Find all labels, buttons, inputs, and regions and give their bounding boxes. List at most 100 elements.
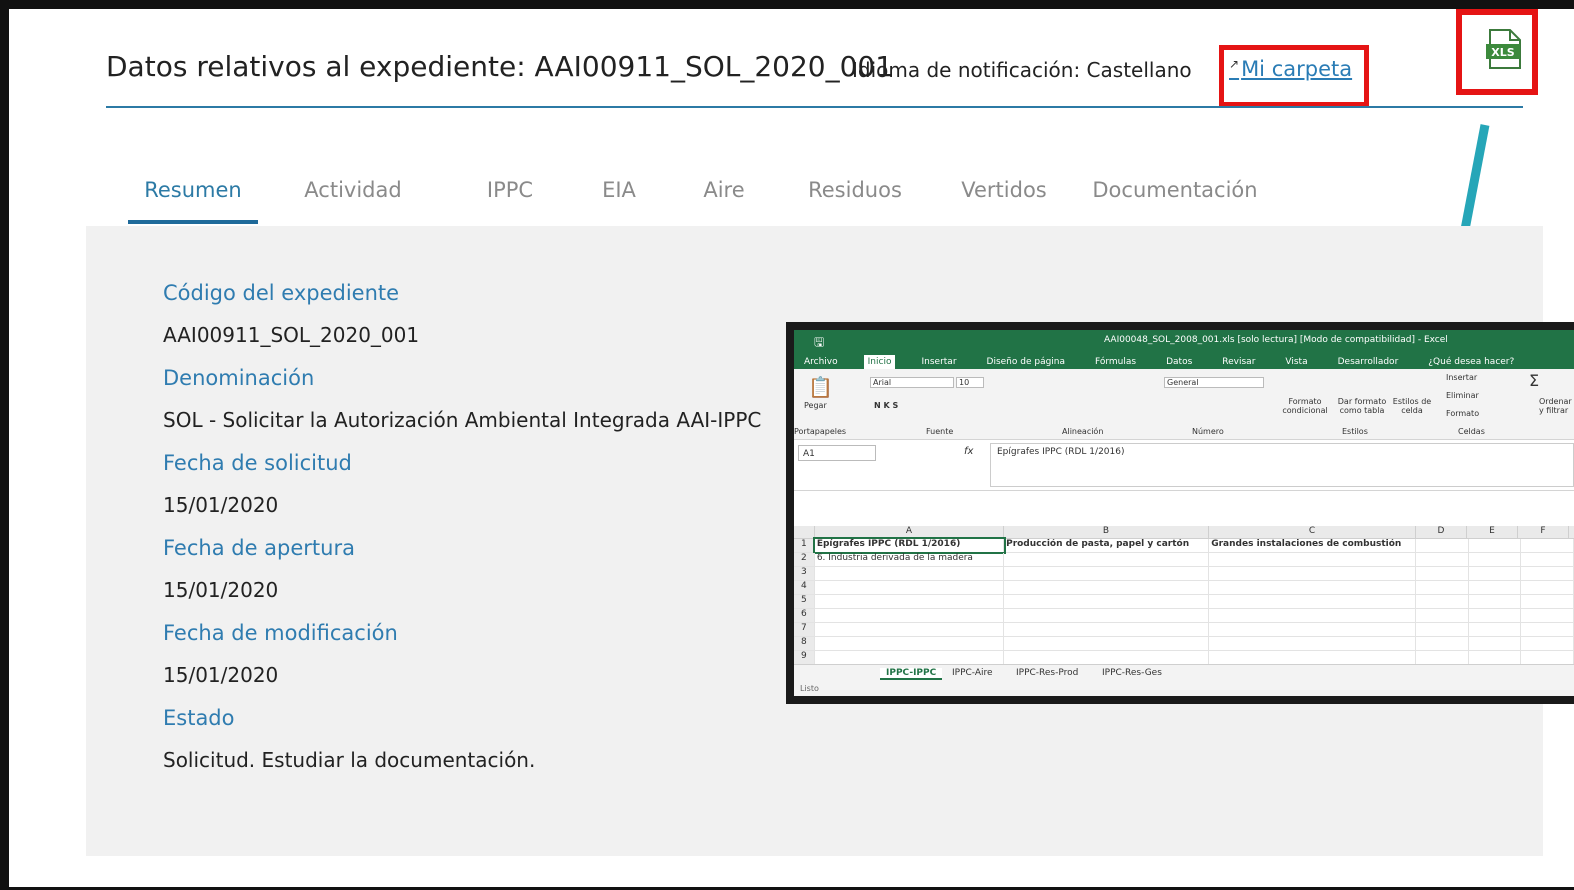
sheet-cell [815, 595, 1005, 608]
format-cells-button: Formato [1446, 409, 1480, 418]
sheet-cell [1416, 651, 1469, 664]
field-label: Estado [163, 706, 235, 730]
group-cells: Celdas [1458, 427, 1485, 436]
sheet-grid: A B C D E F 1 Epígrafes IPPC (RDL 1/2016) Produc… [794, 526, 1574, 679]
sheet-tabs: IPPC-IPPC IPPC-Aire IPPC-Res-Prod IPPC-Res-… [794, 664, 1574, 685]
sheet-cell [1209, 623, 1417, 636]
as-table-button: Dar formato como tabla [1337, 397, 1387, 415]
xls-download-icon[interactable]: XLS [1484, 28, 1524, 74]
sheet-cell [1469, 581, 1522, 594]
sheet-cell [1469, 553, 1522, 566]
sheet-row: 7 [794, 623, 1574, 637]
row-number: 7 [794, 623, 815, 636]
excel-screenshot: 🖫 AAI00048_SOL_2008_001.xls [solo lectur… [786, 322, 1574, 704]
sheet-cell [1416, 623, 1469, 636]
tab-item[interactable]: Documentación [1080, 178, 1270, 224]
field-label: Fecha de modificación [163, 621, 398, 645]
sheet-cell [815, 609, 1005, 622]
field-value: 15/01/2020 [163, 493, 279, 517]
number-format-select: General [1164, 377, 1264, 388]
cell-styles-button: Estilos de celda [1392, 397, 1432, 415]
sheet-row: 4 [794, 581, 1574, 595]
column-header: D [1416, 526, 1467, 538]
summary-fields: Código del expediente AAI00911_SOL_2020_0… [163, 280, 761, 790]
sheet-cell [1209, 637, 1417, 650]
tab-item[interactable]: Vertidos [928, 178, 1080, 224]
sheet-cell [815, 623, 1005, 636]
sort-filter-button: Ordenar y filtrar [1539, 397, 1572, 415]
font-size-select: 10 [956, 377, 984, 388]
excel-menu-item: Archivo [804, 357, 838, 367]
sheet-row: 1 Epígrafes IPPC (RDL 1/2016) Producción d… [794, 537, 1574, 554]
tab-item[interactable]: IPPC [448, 178, 572, 224]
sum-icon: Σ [1529, 371, 1540, 390]
sheet-cell [1004, 581, 1210, 594]
tab-item[interactable]: Aire [666, 178, 782, 224]
font-select: Arial [870, 377, 954, 388]
row-number: 5 [794, 595, 815, 608]
tab-item[interactable]: EIA [572, 178, 666, 224]
column-header-row: ABCDEF [794, 526, 1574, 539]
sheet-cell [1004, 651, 1210, 664]
sheet-cell [1469, 567, 1522, 580]
sheet-cell [815, 651, 1005, 664]
sheet-cell [1521, 623, 1574, 636]
sheet-cell [815, 637, 1005, 650]
tab-bar: Resumen Actividad IPPC EIA Aire Residuos Verti… [128, 178, 1270, 224]
sheet-row: 8 [794, 637, 1574, 651]
notification-language: Idioma de notificación: Castellano [852, 58, 1192, 82]
sheet-cell [815, 581, 1005, 594]
sheet-cell [1521, 651, 1574, 664]
bold-icon: N K S [874, 401, 899, 410]
group-font: Fuente [926, 427, 954, 436]
sheet-cell [1521, 539, 1574, 552]
sheet-cell [1416, 609, 1469, 622]
excel-menu-item: Vista [1285, 357, 1308, 367]
sheet-tab: IPPC-Aire [952, 668, 993, 678]
my-folder-label: Mi carpeta [1241, 57, 1353, 81]
field-label: Denominación [163, 366, 315, 390]
paste-icon: 📋 [808, 375, 833, 399]
sheet-cell [1209, 609, 1417, 622]
tab-resumen[interactable]: Resumen [128, 178, 258, 224]
sheet-cell [1416, 567, 1469, 580]
sheet-cell [1416, 539, 1469, 552]
formula-bar: A1 fx Epígrafes IPPC (RDL 1/2016) [794, 440, 1574, 491]
sheet-cell: 6. Industria derivada de la madera [815, 553, 1005, 566]
row-number: 4 [794, 581, 815, 594]
sheet-cell [1209, 567, 1417, 580]
sheet-tab: IPPC-Res-Ges [1102, 668, 1162, 678]
sheet-cell [1209, 651, 1417, 664]
sheet-cell [1004, 595, 1210, 608]
excel-menu-item: Desarrollador [1337, 357, 1399, 367]
row-number: 9 [794, 651, 815, 664]
sheet-cell [1521, 637, 1574, 650]
xls-label: XLS [1491, 46, 1514, 59]
sheet-row: 5 [794, 595, 1574, 609]
cond-format-button: Formato condicional [1282, 397, 1328, 415]
tab-item[interactable]: Residuos [782, 178, 928, 224]
sheet-row: 9 [794, 651, 1574, 665]
excel-menu-item: ¿Qué desea hacer? [1428, 357, 1515, 367]
group-alignment: Alineación [1062, 427, 1104, 436]
formula-input: Epígrafes IPPC (RDL 1/2016) [990, 443, 1574, 487]
excel-status: Listo [794, 684, 1574, 696]
sheet-cell [1416, 553, 1469, 566]
tab-item[interactable]: Actividad [258, 178, 448, 224]
sheet-cell: Producción de pasta, papel y cartón [1004, 539, 1210, 552]
sheet-cell [1416, 637, 1469, 650]
fx-icon: fx [964, 446, 974, 457]
save-icon: 🖫 [814, 335, 825, 349]
sheet-cell [1521, 567, 1574, 580]
field-label: Fecha de apertura [163, 536, 355, 560]
column-header: B [1004, 526, 1209, 538]
sheet-cell [1521, 553, 1574, 566]
excel-menu-item: Inicio [863, 355, 896, 369]
sheet-cell [1004, 623, 1210, 636]
delete-cells-button: Eliminar [1446, 391, 1479, 400]
my-folder-link[interactable]: ↗Mi carpeta [1229, 57, 1352, 81]
field-value: Solicitud. Estudiar la documentación. [163, 748, 536, 772]
insert-cells-button: Insertar [1446, 373, 1478, 382]
sheet-cell [1416, 595, 1469, 608]
sheet-cell [1416, 581, 1469, 594]
